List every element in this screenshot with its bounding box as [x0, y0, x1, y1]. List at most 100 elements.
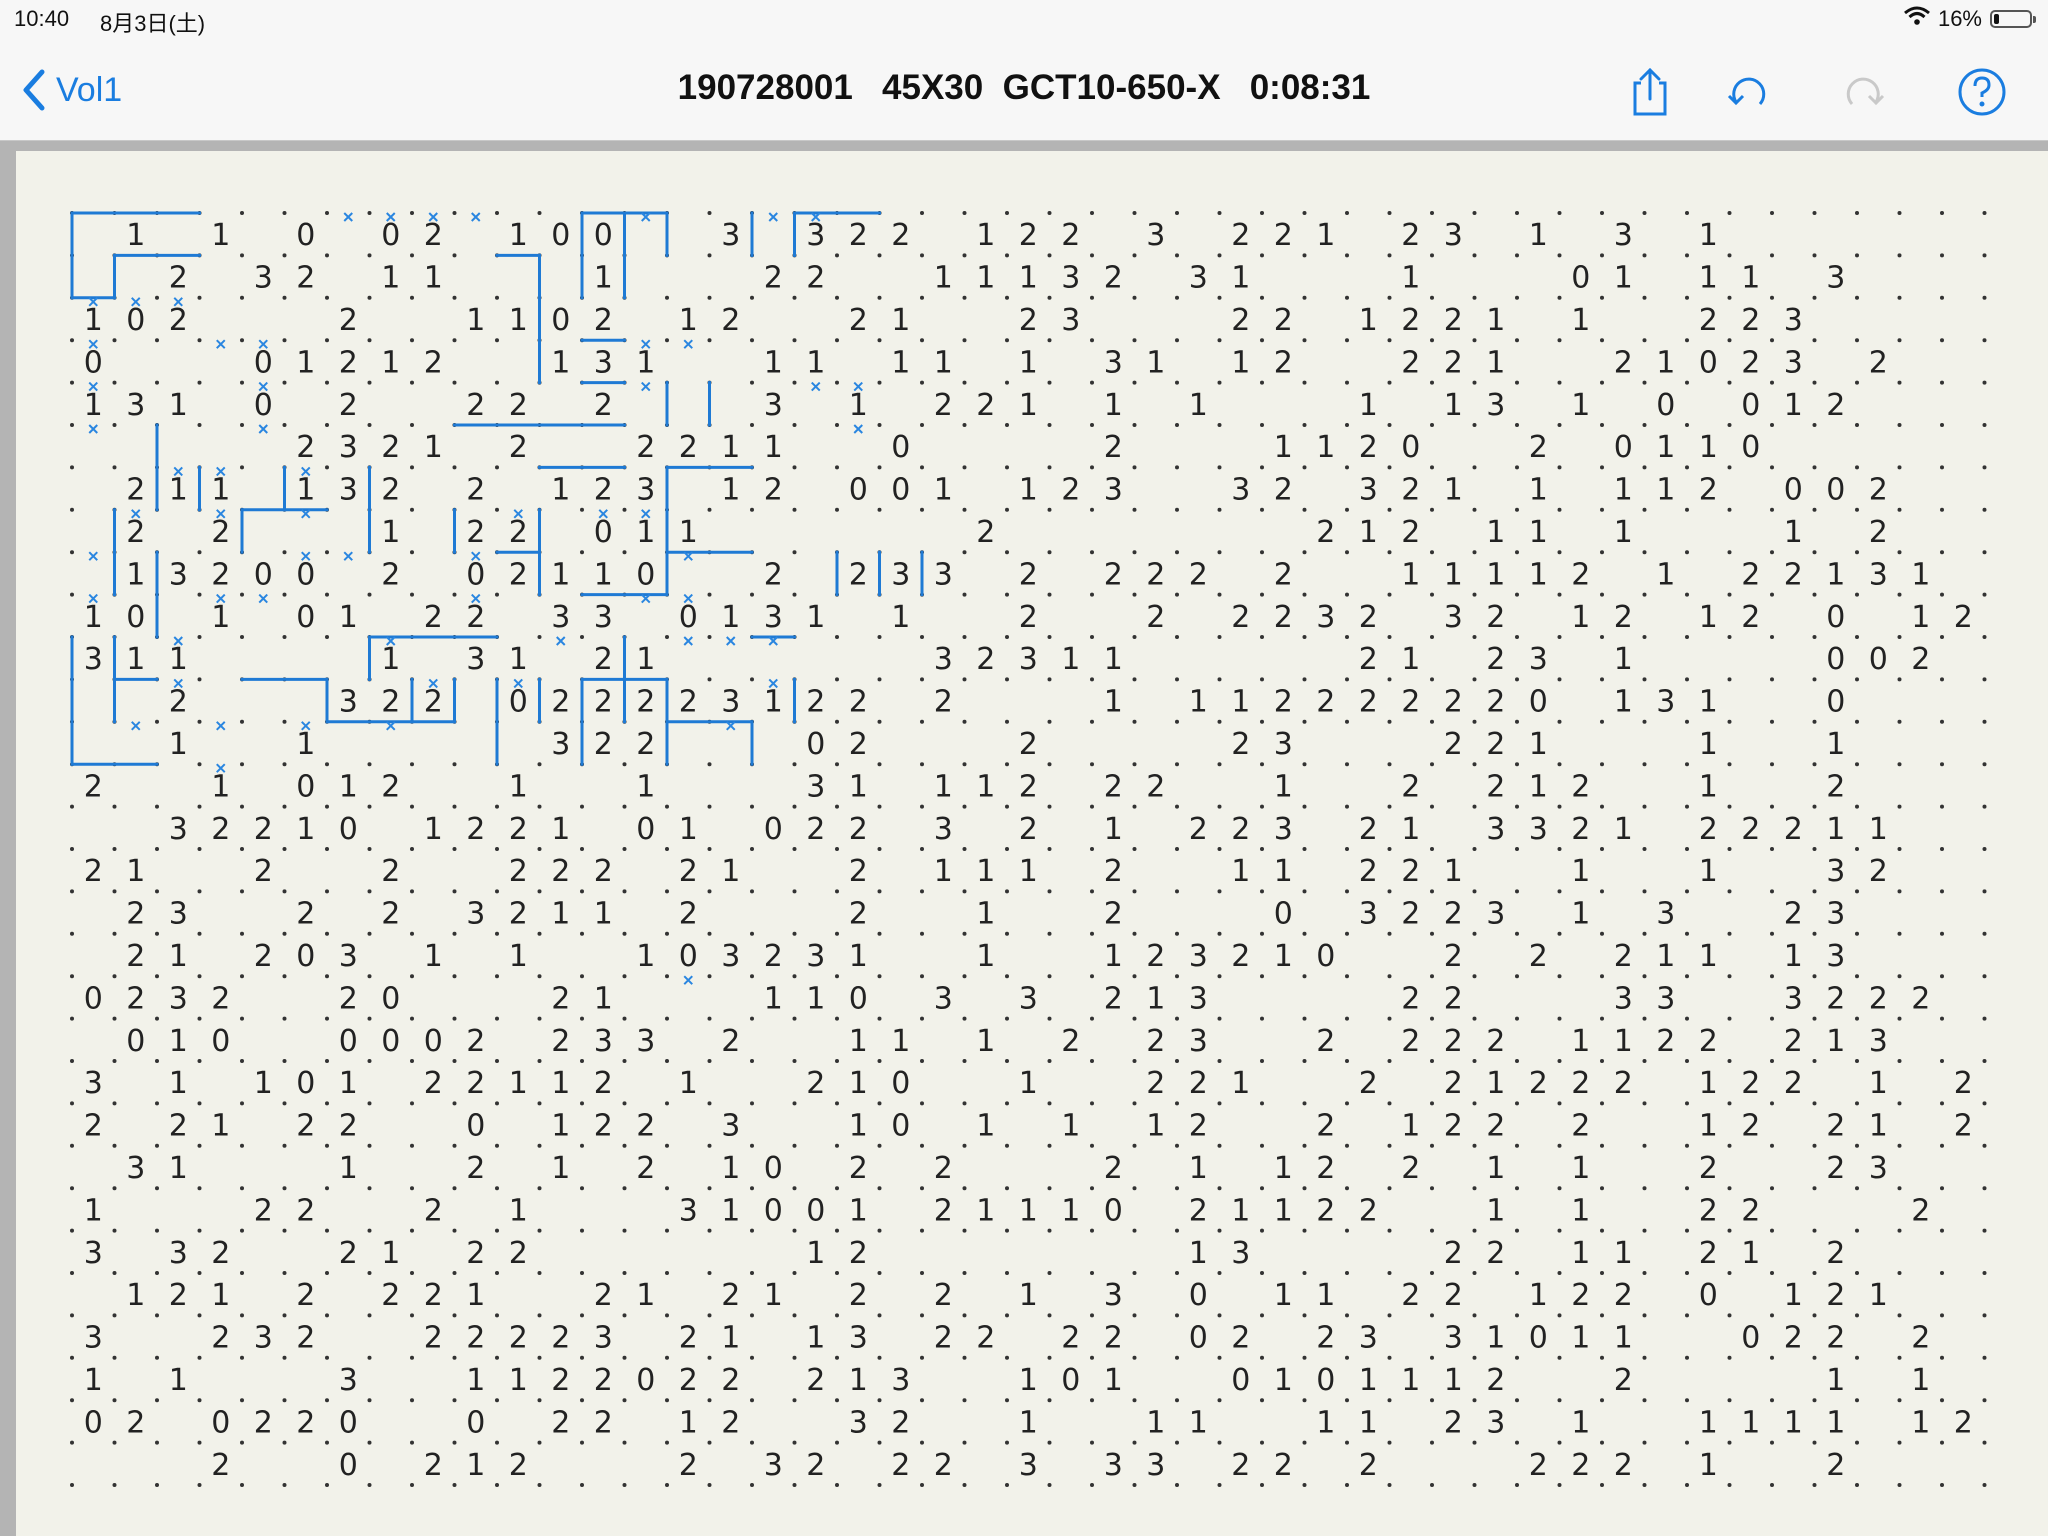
cell-clue[interactable]: 2 — [1911, 642, 1930, 677]
cell-clue[interactable]: 1 — [381, 642, 400, 677]
cell-clue[interactable]: 1 — [169, 939, 188, 974]
cell-clue[interactable]: 2 — [424, 1278, 443, 1313]
cell-clue[interactable]: 2 — [126, 473, 145, 508]
cell-clue[interactable]: 2 — [1401, 303, 1420, 338]
cell-clue[interactable]: 2 — [849, 1236, 868, 1271]
cell-clue[interactable]: 2 — [1019, 812, 1038, 847]
cell-clue[interactable]: 2 — [1741, 1193, 1760, 1228]
cell-clue[interactable]: 1 — [1274, 1193, 1293, 1228]
cell-clue[interactable]: 1 — [976, 261, 995, 296]
cell-clue[interactable]: 2 — [296, 1109, 315, 1144]
cell-clue[interactable]: 2 — [84, 1109, 103, 1144]
cell-clue[interactable]: 3 — [1019, 981, 1038, 1016]
cell-clue[interactable]: 2 — [84, 769, 103, 804]
cell-clue[interactable]: 3 — [1104, 473, 1123, 508]
cell-clue[interactable]: 2 — [806, 1448, 825, 1483]
cell-clue[interactable]: 2 — [934, 685, 953, 720]
cell-clue[interactable]: 0 — [636, 557, 655, 592]
cell-clue[interactable]: 3 — [169, 557, 188, 592]
cell-clue[interactable]: 1 — [1529, 769, 1548, 804]
cell-clue[interactable]: 1 — [976, 769, 995, 804]
cell-clue[interactable]: 2 — [679, 854, 698, 889]
cell-clue[interactable]: 2 — [1444, 981, 1463, 1016]
cell-clue[interactable]: 0 — [1826, 642, 1845, 677]
cell-clue[interactable]: 1 — [1019, 473, 1038, 508]
cell-clue[interactable]: 2 — [1231, 1448, 1250, 1483]
cell-clue[interactable]: 1 — [1826, 557, 1845, 592]
cell-clue[interactable]: 2 — [849, 1278, 868, 1313]
cell-clue[interactable]: 3 — [1231, 473, 1250, 508]
cell-clue[interactable]: 2 — [1571, 1278, 1590, 1313]
cell-clue[interactable]: 1 — [1699, 1109, 1718, 1144]
cell-clue[interactable]: 1 — [1316, 218, 1335, 253]
cell-clue[interactable]: 1 — [551, 473, 570, 508]
cell-clue[interactable]: 1 — [1614, 515, 1633, 550]
cell-clue[interactable]: 1 — [169, 388, 188, 423]
cell-clue[interactable]: 3 — [1784, 303, 1803, 338]
cell-clue[interactable]: 2 — [296, 261, 315, 296]
cell-clue[interactable]: 2 — [679, 430, 698, 465]
cell-clue[interactable]: 1 — [1784, 1405, 1803, 1440]
cell-clue[interactable]: 0 — [1741, 388, 1760, 423]
cell-clue[interactable]: 2 — [551, 1363, 570, 1398]
cell-clue[interactable]: 2 — [126, 939, 145, 974]
cell-clue[interactable]: 2 — [1826, 1448, 1845, 1483]
cell-clue[interactable]: 2 — [211, 557, 230, 592]
cell-clue[interactable]: 1 — [764, 685, 783, 720]
cell-clue[interactable]: 2 — [1529, 939, 1548, 974]
cell-clue[interactable]: 3 — [806, 939, 825, 974]
cell-clue[interactable]: 1 — [636, 939, 655, 974]
cell-clue[interactable]: 0 — [254, 345, 273, 380]
cell-clue[interactable]: 1 — [1486, 1193, 1505, 1228]
cell-clue[interactable]: 3 — [1614, 218, 1633, 253]
cell-clue[interactable]: 2 — [849, 812, 868, 847]
cell-clue[interactable]: 3 — [1104, 1278, 1123, 1313]
cell-clue[interactable]: 1 — [1444, 388, 1463, 423]
cell-clue[interactable]: 2 — [339, 388, 358, 423]
cell-clue[interactable]: 2 — [1401, 1278, 1420, 1313]
cell-clue[interactable]: 3 — [1486, 388, 1505, 423]
cell-clue[interactable]: 1 — [1699, 939, 1718, 974]
cell-clue[interactable]: 1 — [1699, 261, 1718, 296]
cell-clue[interactable]: 0 — [679, 939, 698, 974]
cell-clue[interactable]: 1 — [1571, 1321, 1590, 1356]
cell-clue[interactable]: 2 — [849, 218, 868, 253]
cell-clue[interactable]: 1 — [509, 1066, 528, 1101]
cell-clue[interactable]: 0 — [466, 557, 485, 592]
cell-clue[interactable]: 3 — [891, 557, 910, 592]
cell-clue[interactable]: 1 — [1571, 388, 1590, 423]
puzzle-board[interactable]: 1 1 0 02 100 3 322 122 3 221 23 1 3 1 2 … — [16, 151, 2048, 1536]
cell-clue[interactable]: 1 — [1061, 642, 1080, 677]
cell-clue[interactable]: 2 — [509, 515, 528, 550]
cell-clue[interactable]: 2 — [1401, 1024, 1420, 1059]
cell-clue[interactable]: 1 — [1401, 1109, 1420, 1144]
cell-clue[interactable]: 0 — [891, 1066, 910, 1101]
cell-clue[interactable]: 1 — [1571, 1024, 1590, 1059]
cell-clue[interactable]: 2 — [551, 1024, 570, 1059]
cell-clue[interactable]: 2 — [424, 1321, 443, 1356]
cell-clue[interactable]: 2 — [934, 1321, 953, 1356]
cell-clue[interactable]: 2 — [1019, 600, 1038, 635]
cell-clue[interactable]: 2 — [679, 897, 698, 932]
cell-clue[interactable]: 1 — [1231, 1193, 1250, 1228]
cell-clue[interactable]: 1 — [721, 1151, 740, 1186]
cell-clue[interactable]: 2 — [1401, 473, 1420, 508]
cell-clue[interactable]: 1 — [1274, 430, 1293, 465]
cell-clue[interactable]: 1 — [891, 303, 910, 338]
cell-clue[interactable]: 3 — [721, 218, 740, 253]
cell-clue[interactable]: 1 — [934, 345, 953, 380]
cell-clue[interactable]: 2 — [721, 1405, 740, 1440]
cell-clue[interactable]: 1 — [1614, 1321, 1633, 1356]
cell-clue[interactable]: 1 — [1529, 557, 1548, 592]
cell-clue[interactable]: 2 — [1444, 303, 1463, 338]
cell-clue[interactable]: 3 — [891, 1363, 910, 1398]
cell-clue[interactable]: 2 — [1741, 1109, 1760, 1144]
cell-clue[interactable]: 2 — [296, 430, 315, 465]
cell-clue[interactable]: 1 — [1826, 1405, 1845, 1440]
cell-clue[interactable]: 0 — [1316, 1363, 1335, 1398]
cell-clue[interactable]: 1 — [1741, 1405, 1760, 1440]
cell-clue[interactable]: 2 — [1614, 345, 1633, 380]
cell-clue[interactable]: 2 — [1359, 600, 1378, 635]
cell-clue[interactable]: 2 — [594, 1363, 613, 1398]
cell-clue[interactable]: 2 — [339, 1109, 358, 1144]
